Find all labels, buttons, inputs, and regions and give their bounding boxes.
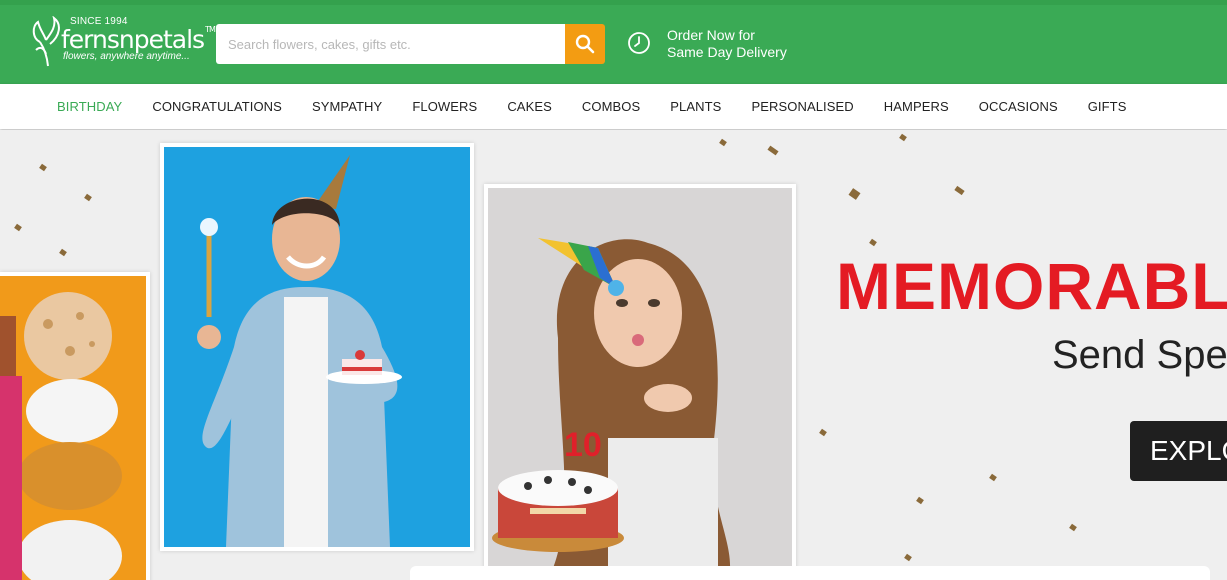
ferns-n-petals-logo[interactable]: SINCE 1994 fernsnpetalsTM flowers, anywh… [30, 14, 216, 70]
man-illustration [164, 147, 470, 547]
confetti [916, 496, 924, 505]
confetti [904, 553, 912, 562]
nav-item-occasions[interactable]: OCCASIONS [979, 84, 1058, 129]
nav-item-combos[interactable]: COMBOS [582, 84, 640, 129]
category-nav: BIRTHDAY CONGRATULATIONS SYMPATHY FLOWER… [0, 84, 1227, 129]
banner-subline: Send Spec [1052, 333, 1227, 377]
cake-candle-number: 10 [564, 426, 602, 464]
confetti [819, 428, 827, 437]
confetti [1069, 523, 1077, 532]
confetti [869, 238, 877, 247]
man-with-cake-photo [160, 143, 474, 551]
girl-with-cake-photo: 10 [484, 184, 796, 580]
confetti [848, 188, 861, 200]
nav-item-plants[interactable]: PLANTS [670, 84, 721, 129]
confetti [954, 185, 965, 196]
nav-item-sympathy[interactable]: SYMPATHY [312, 84, 382, 129]
nav-item-gifts[interactable]: GIFTS [1088, 84, 1127, 129]
balloons-illustration [0, 276, 146, 580]
nav-item-congratulations[interactable]: CONGRATULATIONS [152, 84, 282, 129]
hero-banner[interactable]: 10 MEMORABL Send Spec EXPLO [0, 130, 1227, 580]
banner-headline: MEMORABL [836, 249, 1227, 323]
confetti [989, 473, 997, 482]
logo-brand-text: fernsnpetalsTM [61, 25, 216, 54]
category-nav-list: BIRTHDAY CONGRATULATIONS SYMPATHY FLOWER… [57, 84, 1157, 129]
nav-item-birthday[interactable]: BIRTHDAY [57, 84, 122, 129]
search-input[interactable] [216, 24, 565, 64]
logo-tagline: flowers, anywhere anytime... [63, 51, 190, 62]
nav-item-personalised[interactable]: PERSONALISED [751, 84, 853, 129]
confetti [84, 193, 92, 202]
confetti [14, 223, 22, 232]
balloons-photo [0, 272, 150, 580]
same-day-delivery-info[interactable]: Order Now for Same Day Delivery [627, 27, 787, 61]
search-button[interactable] [565, 24, 605, 64]
nav-item-cakes[interactable]: CAKES [507, 84, 552, 129]
bottom-content-card [410, 566, 1210, 580]
girl-illustration [488, 188, 792, 580]
confetti [719, 138, 727, 147]
nav-item-flowers[interactable]: FLOWERS [412, 84, 477, 129]
confetti [899, 133, 907, 142]
delivery-line-1: Order Now for [667, 27, 755, 43]
search-icon [575, 34, 595, 54]
delivery-line-2: Same Day Delivery [667, 44, 787, 60]
confetti [59, 248, 67, 257]
confetti [767, 145, 779, 156]
confetti [39, 163, 47, 172]
clock-icon [628, 32, 650, 54]
explore-button[interactable]: EXPLO [1130, 421, 1227, 481]
site-header: SINCE 1994 fernsnpetalsTM flowers, anywh… [0, 0, 1227, 84]
nav-item-hampers[interactable]: HAMPERS [884, 84, 949, 129]
